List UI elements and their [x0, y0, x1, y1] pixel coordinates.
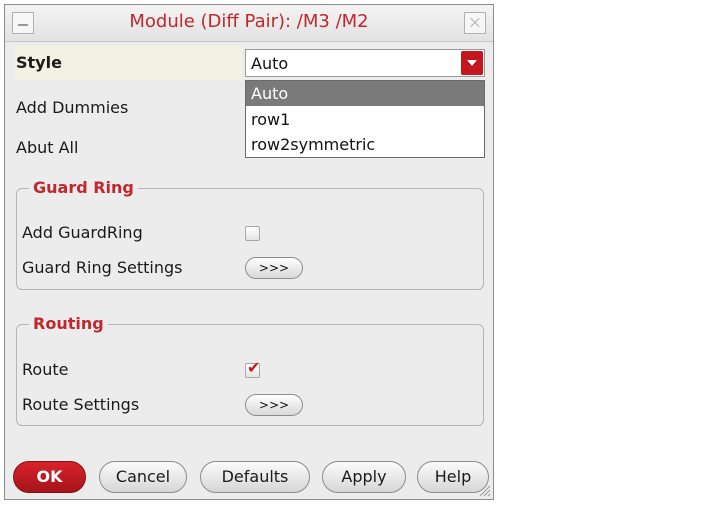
- dropdown-option-row1[interactable]: row1: [246, 107, 484, 132]
- dropdown-option-label: row2symmetric: [251, 135, 376, 154]
- routing-group: Routing Route ✔ Route Settings >>>: [16, 314, 484, 426]
- abut-all-label: Abut All: [16, 138, 79, 157]
- route-settings-button[interactable]: >>>: [245, 394, 303, 416]
- cancel-button[interactable]: Cancel: [99, 461, 187, 493]
- window-title: Module (Diff Pair): /M3 /M2: [129, 11, 369, 32]
- add-dummies-label: Add Dummies: [16, 98, 129, 117]
- guard-ring-group-title: Guard Ring: [29, 178, 138, 197]
- title-bar[interactable]: Module (Diff Pair): /M3 /M2: [5, 5, 493, 42]
- style-label: Style: [16, 53, 62, 72]
- checkmark-icon: ✔: [247, 358, 261, 377]
- route-checkbox[interactable]: ✔: [245, 358, 261, 378]
- add-guardring-checkbox[interactable]: [245, 226, 260, 241]
- dropdown-option-label: row1: [251, 110, 291, 129]
- chevron-down-icon[interactable]: [461, 51, 483, 75]
- dropdown-option-row2symmetric[interactable]: row2symmetric: [246, 132, 484, 157]
- dropdown-option-label: Auto: [251, 84, 289, 103]
- dropdown-option-auto[interactable]: Auto: [246, 81, 484, 106]
- module-dialog: Module (Diff Pair): /M3 /M2 Style Auto A…: [4, 4, 494, 500]
- guard-ring-group: Guard Ring Add GuardRing Guard Ring Sett…: [16, 178, 484, 290]
- close-icon[interactable]: [464, 12, 486, 34]
- route-label: Route: [22, 360, 69, 379]
- route-settings-label: Route Settings: [22, 395, 140, 414]
- style-dropdown-list: Auto row1 row2symmetric: [245, 80, 485, 158]
- add-guardring-label: Add GuardRing: [22, 223, 143, 242]
- ok-button[interactable]: OK: [13, 461, 86, 493]
- style-combo[interactable]: Auto: [245, 49, 485, 77]
- routing-group-title: Routing: [29, 314, 108, 333]
- guard-ring-settings-button[interactable]: >>>: [245, 257, 303, 279]
- defaults-button[interactable]: Defaults: [200, 461, 310, 493]
- style-combo-value: Auto: [251, 54, 289, 73]
- guard-ring-settings-label: Guard Ring Settings: [22, 258, 183, 277]
- resize-grip-icon[interactable]: [477, 483, 491, 497]
- apply-button[interactable]: Apply: [322, 461, 406, 493]
